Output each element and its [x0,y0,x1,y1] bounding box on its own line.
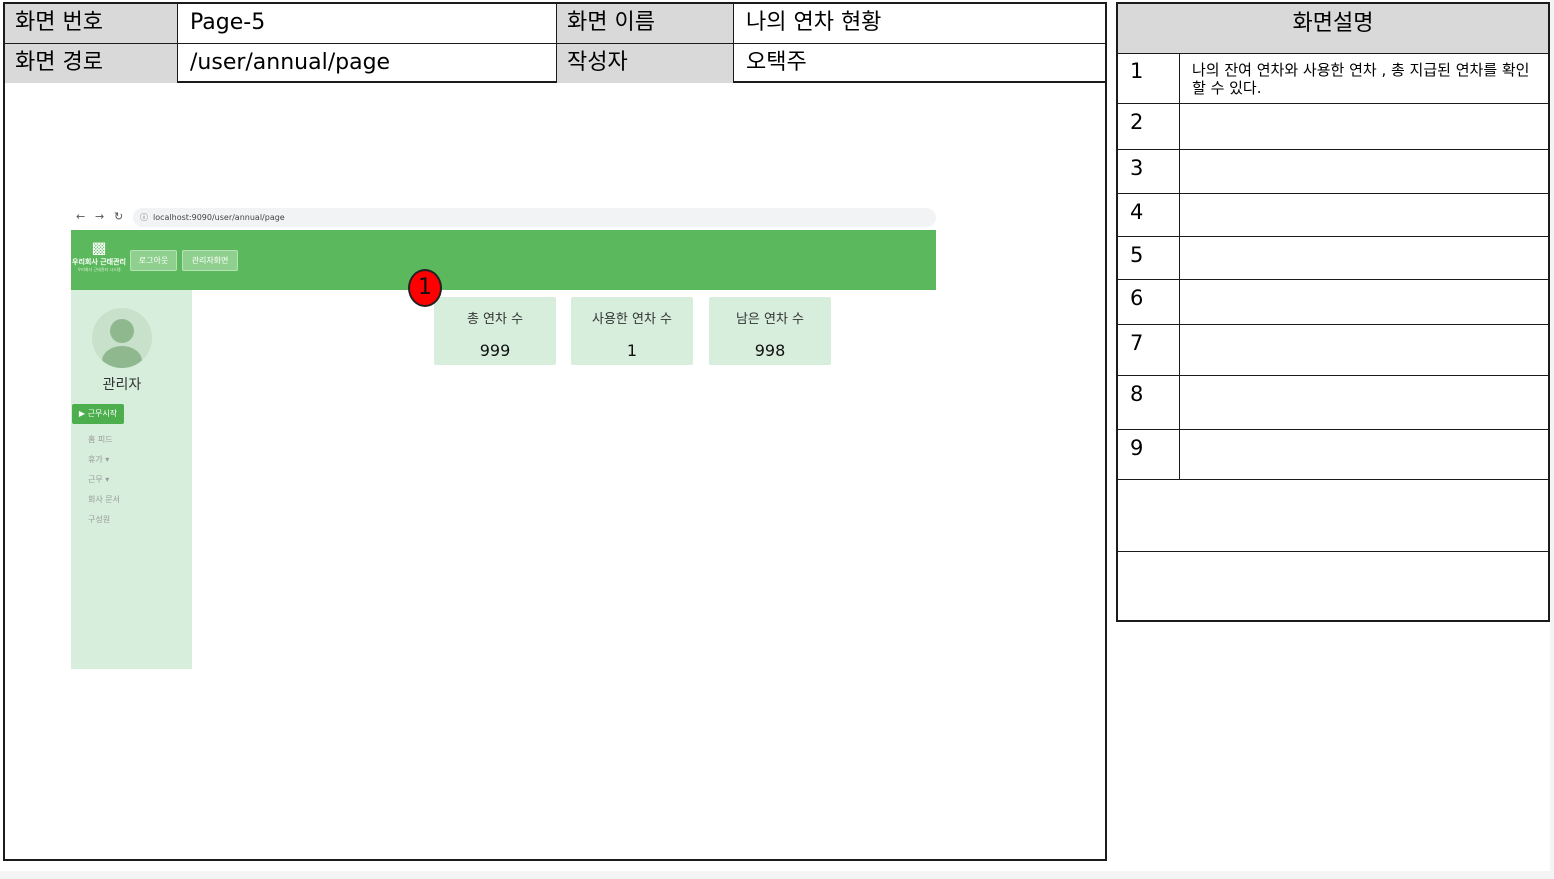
author-label: 작성자 [557,44,734,83]
row-number: 5 [1118,237,1180,279]
card-title: 남은 연차 수 [735,312,805,327]
used-annual-card: 사용한 연차 수 1 [571,297,693,365]
description-row: 8 [1118,376,1548,430]
author-value: 오택주 [746,50,807,75]
user-name: 관리자 [102,377,142,393]
description-row: 7 [1118,325,1548,376]
embedded-screenshot: ← → ↻ ⓘ localhost:9090/user/annual/page … [71,206,936,669]
description-row: 6 [1118,280,1548,325]
screen-name-label: 화면 이름 [557,4,734,44]
row-number: 1 [1118,53,1180,103]
row-number: 4 [1118,194,1180,236]
description-blank-row [1118,480,1548,552]
logo-text: 우리회사 근태관리 [72,258,126,266]
card-title: 사용한 연차 수 [591,312,673,327]
row-number: 7 [1118,325,1180,375]
sidebar: 관리자 ▶ 근무시작 홈 피드 휴가 ▾ 근무 ▾ 회사 문서 구성원 [71,290,192,669]
menu-item-vacation[interactable]: 휴가 ▾ [88,454,109,465]
screen-no-value: Page-5 [178,4,557,44]
logo-subtext: 우리회사 근태관리 시스템 [77,267,121,272]
annotation-marker: 1 [408,269,442,307]
reload-icon[interactable]: ↻ [114,210,123,223]
total-annual-card: 총 연차 수 999 [434,297,556,365]
address-bar[interactable]: ⓘ localhost:9090/user/annual/page [133,208,936,227]
app-logo[interactable]: ▩ 우리회사 근태관리 우리회사 근태관리 시스템 [71,238,127,278]
description-panel: 화면설명 1 나의 잔여 연차와 사용한 연차 , 총 지급된 연차를 확인할 … [1116,2,1550,622]
menu-item-company-docs[interactable]: 회사 문서 [88,494,120,505]
arrow-right-icon[interactable]: → [95,210,104,223]
description-row: 4 [1118,194,1548,237]
row-number: 9 [1118,430,1180,479]
user-avatar-icon [92,308,152,368]
building-icon: ▩ [91,238,107,257]
description-row: 3 [1118,150,1548,194]
row-number: 8 [1118,376,1180,429]
logout-button[interactable]: 로그아웃 [130,250,177,271]
app-header: ▩ 우리회사 근태관리 우리회사 근태관리 시스템 로그아웃 관리자화면 [71,230,936,290]
menu-item-home-feed[interactable]: 홈 피드 [88,434,113,445]
description-row: 2 [1118,104,1548,150]
row-text: 나의 잔여 연차와 사용한 연차 , 총 지급된 연차를 확인할 수 있다. [1192,61,1530,97]
screen-name-value: 나의 연차 현황 [734,4,1107,44]
description-row: 1 나의 잔여 연차와 사용한 연차 , 총 지급된 연차를 확인할 수 있다. [1118,53,1548,104]
start-work-button[interactable]: ▶ 근무시작 [72,404,124,424]
screen-no-label: 화면 번호 [5,4,178,44]
card-value: 1 [626,341,638,360]
admin-page-button[interactable]: 관리자화면 [182,250,238,271]
description-row: 5 [1118,237,1548,280]
remaining-annual-card: 남은 연차 수 998 [709,297,831,365]
row-number: 2 [1118,104,1180,149]
menu-item-members[interactable]: 구성원 [88,514,110,525]
card-value: 999 [479,341,511,360]
screen-path-value: /user/annual/page [178,44,557,83]
row-number: 3 [1118,150,1180,193]
card-title: 총 연차 수 [466,312,524,327]
info-icon: ⓘ [140,213,148,222]
address-url: localhost:9090/user/annual/page [153,213,285,222]
header-table: 화면 번호 Page-5 화면 이름 나의 연차 현황 화면 경로 /user/… [3,2,1107,83]
description-row: 9 [1118,430,1548,480]
description-title: 화면설명 [1118,4,1548,54]
row-number: 6 [1118,280,1180,324]
screen-path-label: 화면 경로 [5,44,178,83]
spec-sheet: 화면 번호 Page-5 화면 이름 나의 연차 현황 화면 경로 /user/… [0,0,1550,871]
browser-toolbar: ← → ↻ ⓘ localhost:9090/user/annual/page [71,206,936,230]
menu-item-work[interactable]: 근무 ▾ [88,474,109,485]
arrow-left-icon[interactable]: ← [76,210,85,223]
card-value: 998 [754,341,786,360]
